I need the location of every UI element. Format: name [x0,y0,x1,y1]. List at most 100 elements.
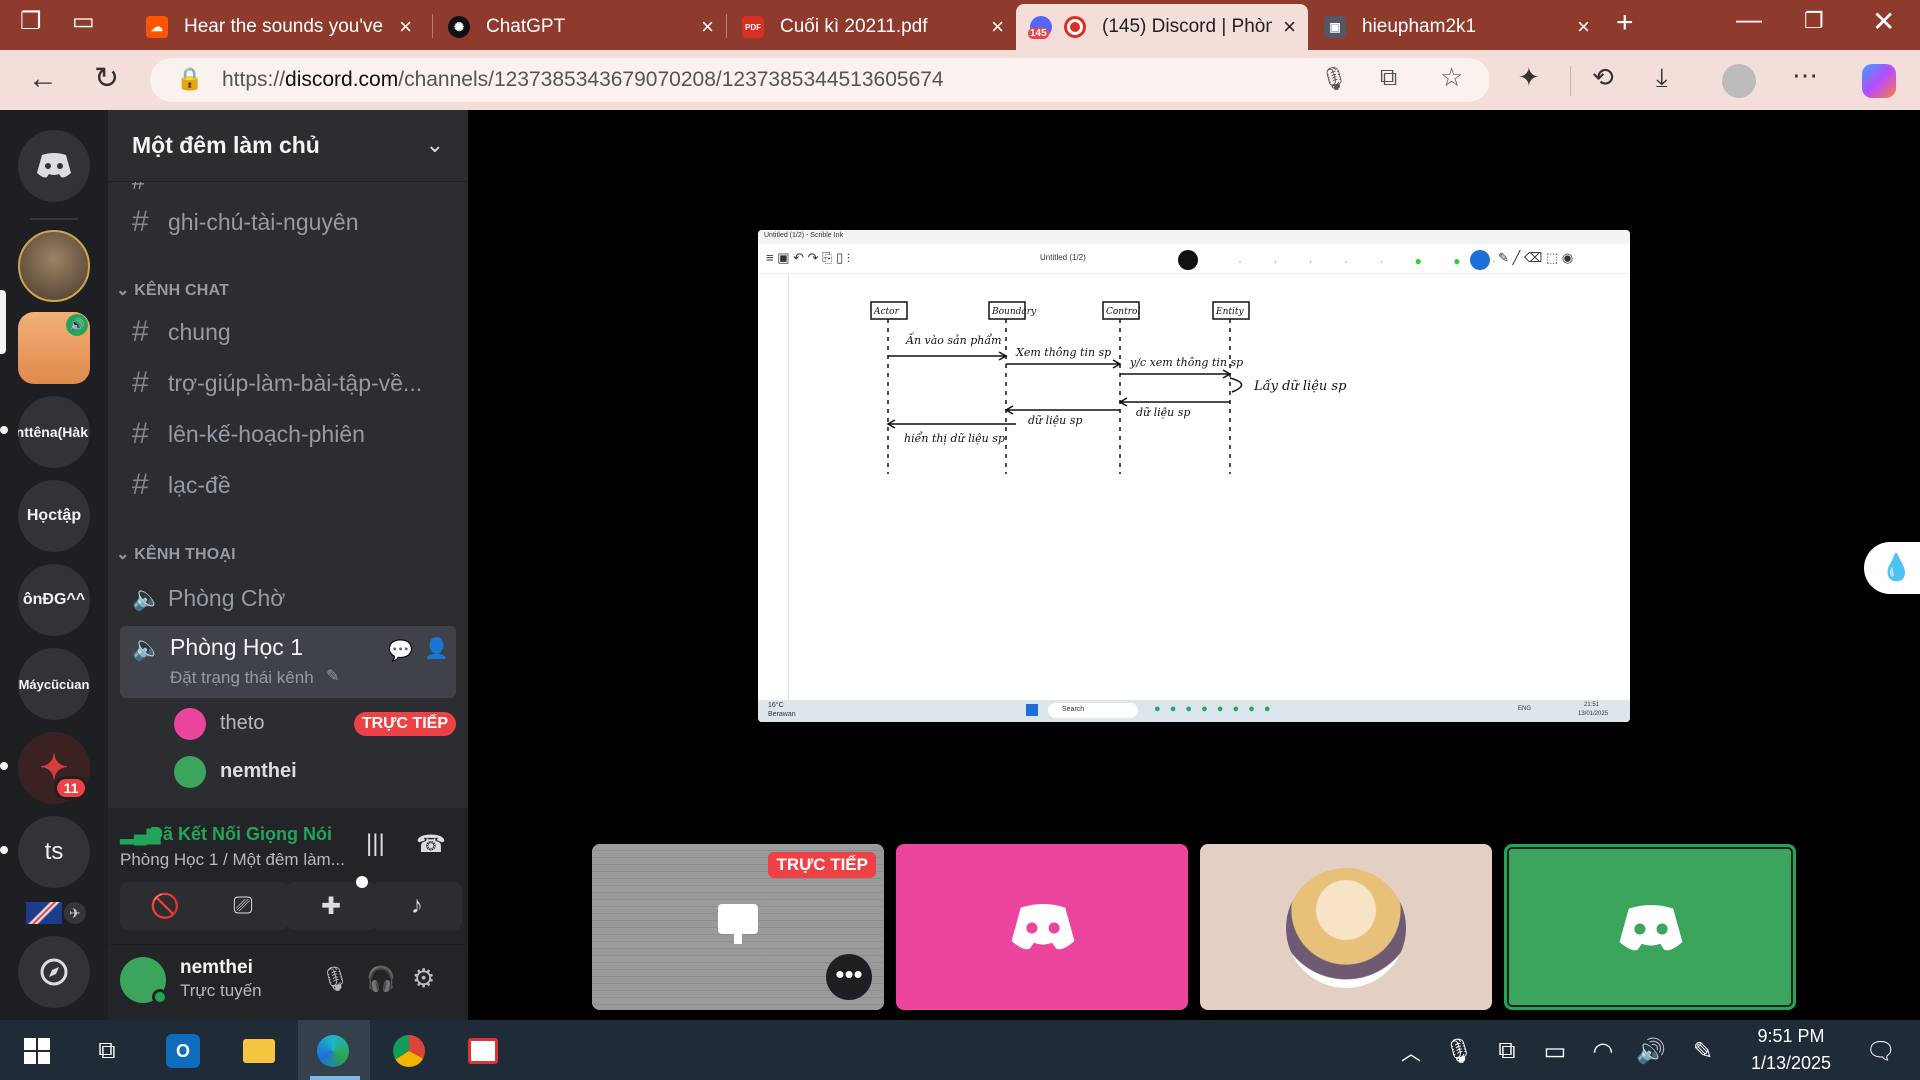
lifeline-label: Boundary [991,307,1037,317]
close-tab-icon[interactable]: × [1577,14,1590,40]
restore-icon[interactable]: ❐ [1804,10,1824,32]
microphone-icon[interactable]: 🎙 [1442,1034,1476,1068]
url-text[interactable]: https://discord.com/channels/12373853436… [222,68,944,92]
snipping-tool-icon[interactable] [466,1034,500,1068]
file-explorer-icon[interactable] [242,1034,276,1068]
tab-discord[interactable]: 145 (145) Discord | Phòn × [1016,4,1308,50]
user-avatar[interactable] [120,957,168,1005]
back-icon[interactable]: ← [28,64,58,94]
outlook-icon[interactable]: O [166,1034,200,1068]
shared-screen[interactable]: Untitled (1/2) - Scrible Ink ≡ ▣ ↶ ↷ ⎘ ▯… [758,230,1630,722]
server-ondg[interactable]: ônĐG^^ [18,564,90,636]
voice-member-theto[interactable]: theto TRỰC TIẾP [174,706,456,744]
explore-button[interactable] [18,936,90,1008]
downloads-icon[interactable]: ⤓ [1656,64,1668,90]
inner-taskbar-apps-icon: ● ● ● ● ● ● ● ● [1154,703,1274,715]
tile-screen-share[interactable]: TRỰC TIẾP ••• [592,844,884,1010]
tile-theto[interactable] [896,844,1188,1010]
show-hidden-icons-icon[interactable]: ︿ [1394,1034,1428,1068]
new-tab-icon[interactable]: + [1616,8,1634,38]
chevron-down-icon[interactable]: ⌄ [426,132,444,158]
screen-capture-icon[interactable]: ⧉ [1490,1034,1524,1068]
close-tab-icon[interactable]: × [701,14,714,40]
battery-icon[interactable]: ▭ [1538,1034,1572,1068]
task-view-icon[interactable]: ⧉ [90,1034,124,1068]
close-window-icon[interactable]: ✕ [1872,8,1895,36]
camera-off-button[interactable]: 🚫 [120,882,210,930]
server-hoctap[interactable]: Họctập [18,480,90,552]
server-text-1[interactable]: nttêna(Hàk [18,396,90,468]
discord-logo-icon [1619,904,1683,951]
tab-hieupham[interactable]: ▣ hieupham2k1 × [1310,4,1602,50]
headphones-icon[interactable]: 🎧 [366,965,396,994]
chat-bubble-icon[interactable]: 💬 [388,638,413,663]
disconnect-icon[interactable]: ☎ [416,830,446,859]
voice-channel-phong-cho[interactable]: 🔈 Phòng Chờ [132,576,462,620]
browser-tab-bar: ❐ ▭ ☁ Hear the sounds you've r × ✺ ChatG… [0,0,1920,50]
server-maycu[interactable]: Máycũcùan [18,648,90,720]
server-avatar-2[interactable]: 🔊 [18,312,90,384]
microphone-icon[interactable]: 🎙 [320,965,350,994]
channel-len-ke-hoach[interactable]: # lên-kế-hoạch-phiên [132,412,462,456]
server-avatar-1[interactable] [18,230,90,302]
active-server-indicator [0,290,6,354]
tile-anime-avatar[interactable] [1200,844,1492,1010]
noise-suppression-icon[interactable]: ||| [366,830,385,858]
voice-channel-phong-hoc-1[interactable]: 🔈 Phòng Học 1 Đặt trạng thái kênh ✎ 💬 👤 [120,626,456,698]
refresh-icon[interactable]: ↻ [94,64,119,94]
close-tab-icon[interactable]: × [1283,14,1296,40]
windows-start-icon[interactable] [20,1034,54,1068]
tab-soundcloud[interactable]: ☁ Hear the sounds you've r × [132,4,424,50]
channel-chung[interactable]: # chung [132,310,462,354]
screen-share-icon: ⎚ [233,892,253,919]
chrome-icon[interactable] [392,1034,426,1068]
volume-icon[interactable]: 🔊 [1634,1034,1668,1068]
soundboard-button[interactable]: ♪ [372,882,462,930]
wifi-icon[interactable]: ◠ [1586,1034,1620,1068]
floating-assistant-button[interactable]: 💧 [1864,542,1920,594]
extensions-icon[interactable]: ✦ [1518,64,1540,90]
minimize-icon[interactable]: — [1736,6,1762,32]
server-header[interactable]: Một đêm làm chủ ⌄ [108,110,468,182]
server-ts[interactable]: ts [18,816,90,888]
close-tab-icon[interactable]: × [991,14,1004,40]
clock-date: 1/13/2025 [1750,1053,1832,1073]
tab-chatgpt[interactable]: ✺ ChatGPT × [434,4,726,50]
category-text[interactable]: ⌄ KÊNH CHAT [116,280,229,300]
app-install-icon[interactable]: ⧉ [1380,66,1397,90]
channel-lac-de[interactable]: # lạc-đề [132,463,462,507]
active-tool-icon [1470,250,1490,270]
server-flag-icon[interactable]: ✈ [20,898,90,924]
microphone-icon[interactable]: 🎙 [1320,68,1348,90]
clock[interactable]: 9:51 PM 1/13/2025 [1736,1026,1846,1074]
voice-stage: Untitled (1/2) - Scrible Ink ≡ ▣ ↶ ↷ ⎘ ▯… [468,110,1920,1020]
settings-gear-icon[interactable]: ⚙ [412,963,435,994]
edge-icon[interactable] [316,1034,350,1068]
more-options-icon[interactable]: ••• [826,954,872,1000]
tile-nemthei[interactable] [1504,844,1796,1010]
activities-button[interactable]: ✚ [286,876,376,930]
username[interactable]: nemthei [180,957,253,979]
add-member-icon[interactable]: 👤 [424,636,449,661]
address-bar[interactable]: 🔒 https://discord.com/channels/123738534… [150,58,1490,102]
discord-home-button[interactable] [18,130,90,202]
tab-actions-icon[interactable]: ▭ [72,10,95,34]
history-icon[interactable]: ⟲ [1592,64,1614,90]
pen-icon[interactable]: ✎ [1686,1034,1720,1068]
tab-pdf[interactable]: PDF Cuối kì 20211.pdf × [728,4,1016,50]
close-tab-icon[interactable]: × [399,14,412,40]
copilot-icon[interactable] [1862,64,1896,98]
profile-avatar[interactable] [1722,64,1756,98]
tab-separator [726,14,727,38]
screen-share-button[interactable]: ⎚ [198,882,288,930]
workspaces-icon[interactable]: ❐ [20,10,42,34]
channel-tro-giup[interactable]: # trợ-giúp-làm-bài-tập-về... [132,361,462,405]
channel-ghi-chu[interactable]: # ghi-chú-tài-nguyên [132,200,462,244]
pencil-icon[interactable]: ✎ [326,666,339,686]
favorite-star-icon[interactable]: ☆ [1440,64,1463,90]
more-menu-icon[interactable]: ⋯ [1792,62,1818,88]
category-voice[interactable]: ⌄ KÊNH THOẠI [116,544,236,564]
notification-center-icon[interactable]: 🗨 [1864,1034,1898,1068]
voice-location[interactable]: Phòng Học 1 / Một đêm làm... [120,850,345,870]
voice-member-nemthei[interactable]: nemthei [174,754,454,792]
